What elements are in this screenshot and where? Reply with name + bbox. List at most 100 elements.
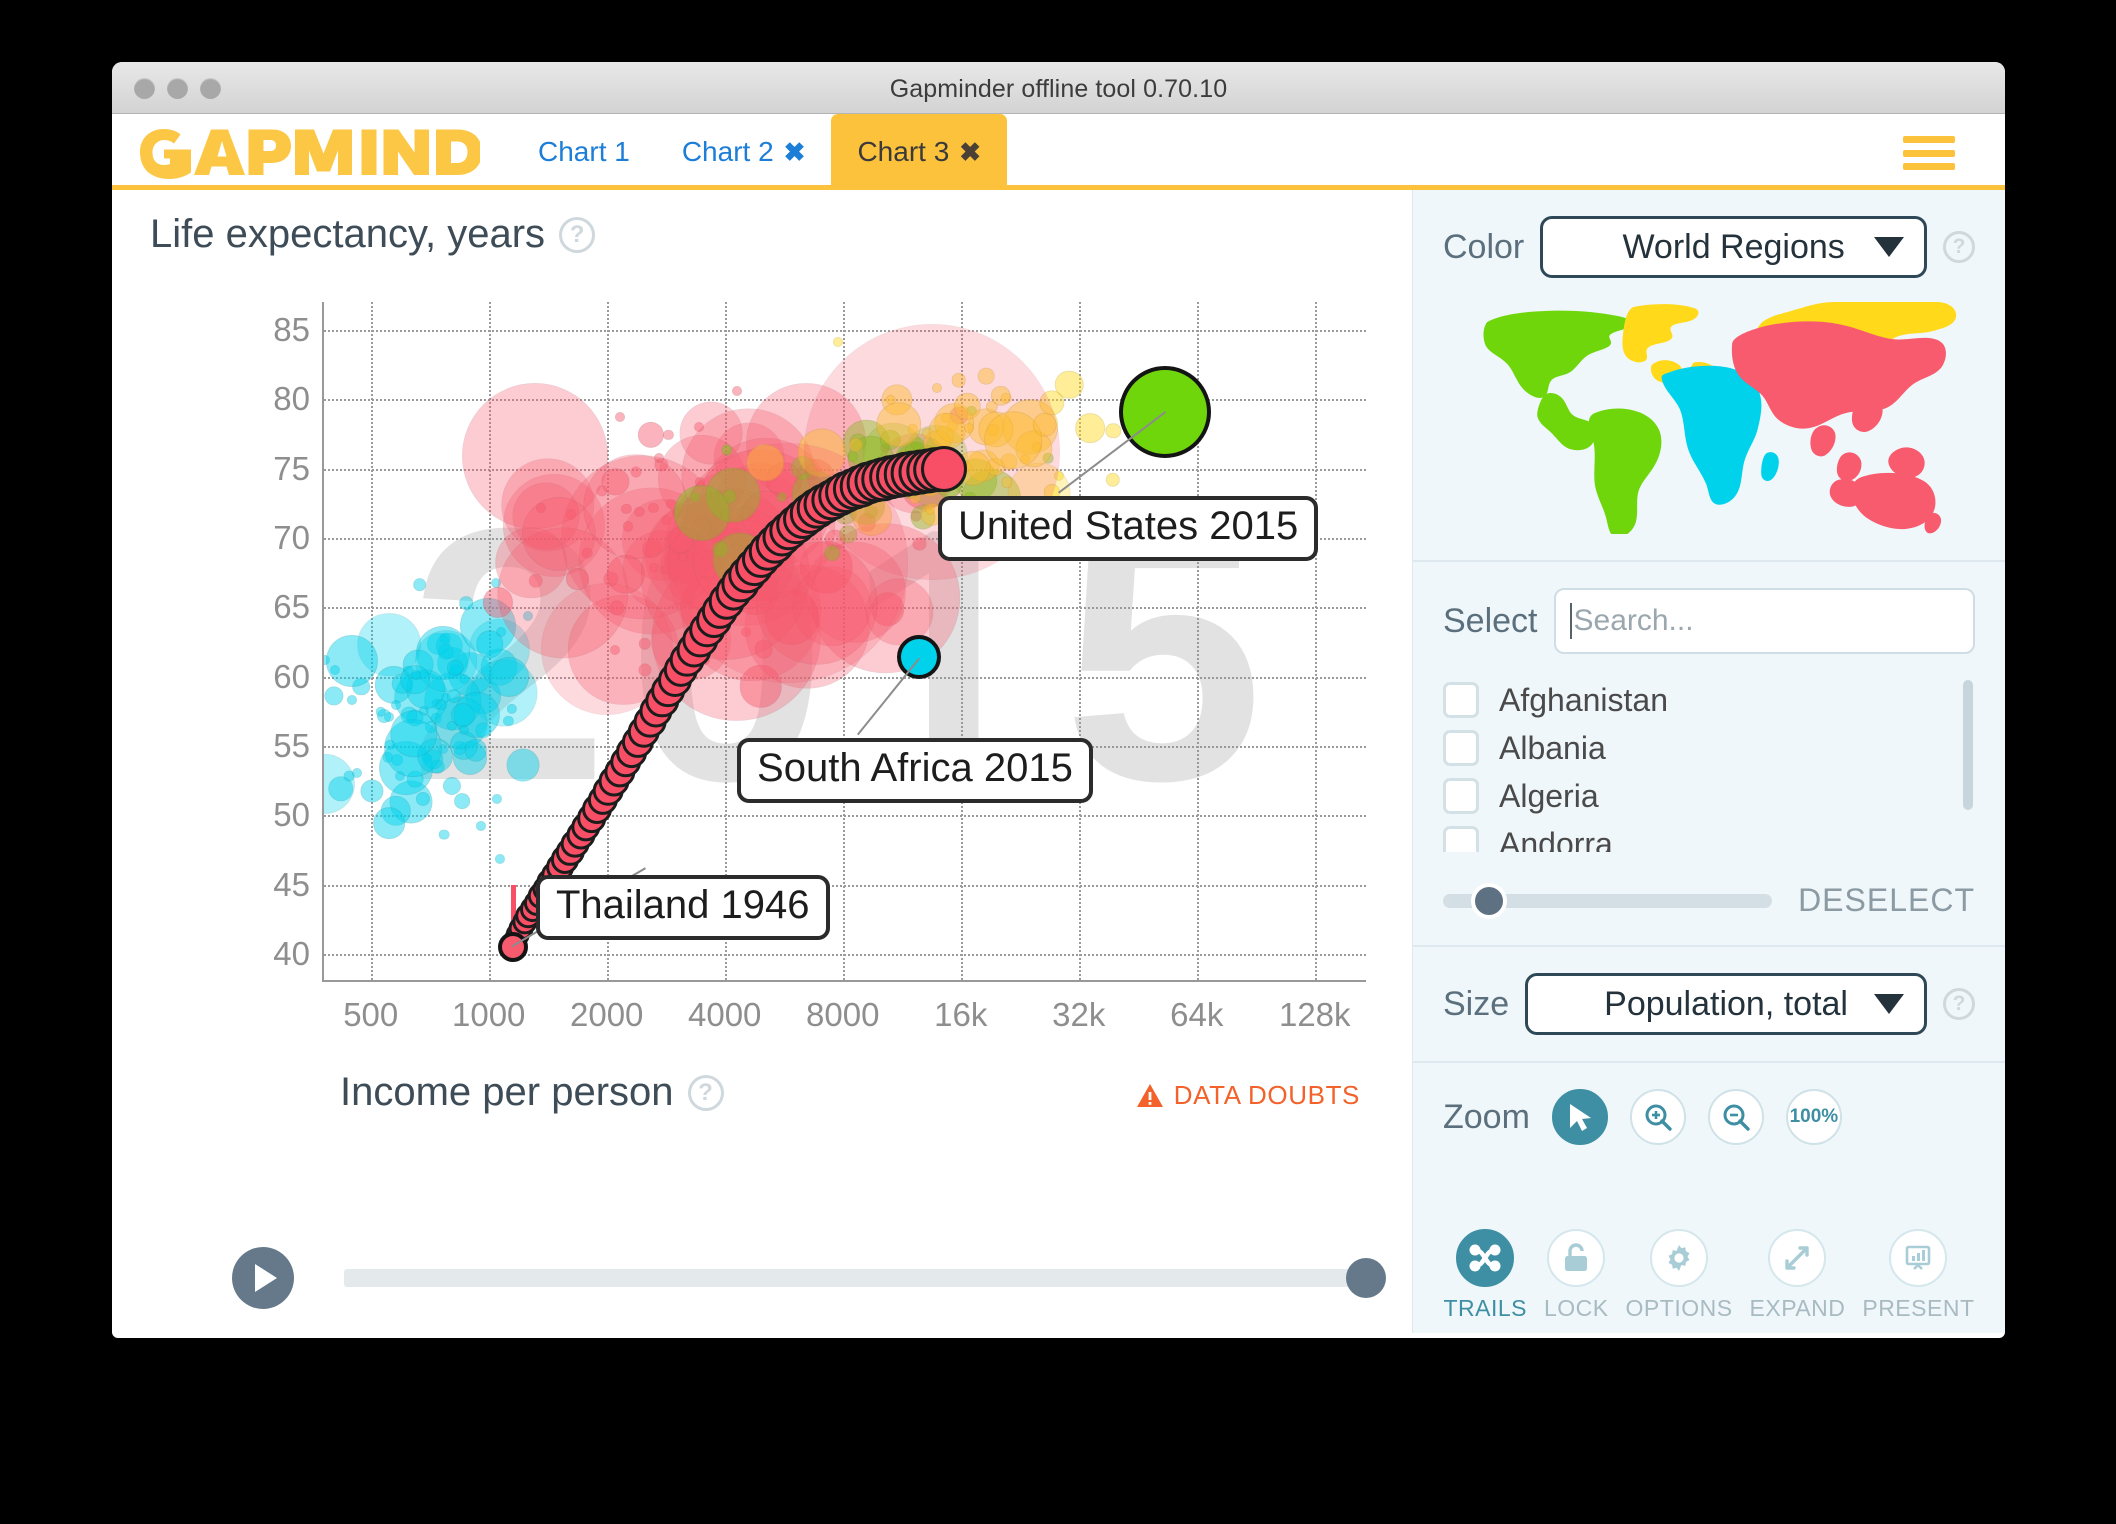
data-bubble[interactable] bbox=[506, 748, 540, 782]
y-axis-tick-label: 70 bbox=[273, 518, 310, 556]
tab-chart-3[interactable]: Chart 3 ✖ bbox=[831, 114, 1008, 190]
data-bubble[interactable] bbox=[372, 807, 405, 840]
app-window: Gapminder offline tool 0.70.10 Chart 1 C… bbox=[112, 62, 2005, 1338]
presentation-icon bbox=[1889, 1228, 1948, 1287]
opacity-slider-knob[interactable] bbox=[1471, 882, 1508, 919]
search-input[interactable]: Search... bbox=[1553, 588, 1975, 654]
gapminder-logo-icon bbox=[139, 129, 480, 179]
country-list-scrollbar[interactable] bbox=[1963, 680, 1973, 852]
tab-chart-1[interactable]: Chart 1 bbox=[512, 114, 656, 190]
arrow-cursor-icon[interactable] bbox=[1551, 1089, 1608, 1145]
size-dropdown[interactable]: Population, total bbox=[1525, 973, 1927, 1035]
bubble-label[interactable]: United States 2015 bbox=[938, 496, 1319, 562]
data-bubble[interactable] bbox=[459, 596, 474, 611]
data-bubble[interactable] bbox=[832, 336, 843, 347]
gapminder-logo[interactable] bbox=[122, 119, 492, 185]
data-bubble[interactable] bbox=[637, 421, 665, 449]
color-section: Color World Regions ? bbox=[1413, 190, 2005, 560]
app-header: Chart 1 Chart 2 ✖ Chart 3 ✖ bbox=[112, 114, 2005, 190]
gridline bbox=[324, 329, 1366, 332]
options-button[interactable]: OPTIONS bbox=[1626, 1228, 1733, 1322]
close-icon[interactable]: ✖ bbox=[784, 137, 806, 168]
data-bubble[interactable] bbox=[415, 792, 430, 807]
search-placeholder: Search... bbox=[1573, 604, 1694, 637]
checkbox[interactable] bbox=[1443, 826, 1479, 852]
bubble-label[interactable]: Thailand 1946 bbox=[535, 875, 830, 941]
list-item[interactable]: Andorra bbox=[1443, 820, 1975, 852]
data-bubble[interactable] bbox=[489, 656, 530, 697]
data-bubble[interactable] bbox=[324, 685, 344, 706]
present-button[interactable]: PRESENT bbox=[1862, 1228, 1975, 1322]
trails-button[interactable]: TRAILS bbox=[1443, 1228, 1527, 1322]
play-icon[interactable] bbox=[232, 1247, 294, 1309]
question-circle-icon[interactable]: ? bbox=[1943, 988, 1975, 1020]
expand-button[interactable]: EXPAND bbox=[1749, 1228, 1846, 1322]
tab-chart-2[interactable]: Chart 2 ✖ bbox=[656, 114, 832, 190]
data-bubble[interactable] bbox=[438, 829, 450, 841]
zoom-out-icon[interactable] bbox=[1707, 1089, 1764, 1145]
data-bubble[interactable] bbox=[494, 853, 505, 864]
question-circle-icon[interactable]: ? bbox=[687, 1074, 724, 1111]
close-icon[interactable]: ✖ bbox=[959, 137, 981, 168]
list-item[interactable]: Afghanistan bbox=[1443, 676, 1975, 724]
data-bubble[interactable] bbox=[346, 694, 357, 705]
trail-point[interactable] bbox=[920, 445, 967, 492]
data-bubble[interactable] bbox=[663, 429, 674, 441]
gridline bbox=[324, 954, 1366, 957]
list-item[interactable]: Albania bbox=[1443, 724, 1975, 772]
scatter-plot[interactable]: 2015 85 80 75 70 65 60 55 50 45 40 500 1000 2000 400… bbox=[273, 302, 1366, 1033]
sidebar-toolbar: TRAILS LOCK OPTIONS EXPAND PRESENT bbox=[1413, 1225, 2005, 1333]
data-bubble[interactable] bbox=[732, 386, 743, 397]
data-bubble[interactable] bbox=[614, 412, 626, 423]
data-bubble[interactable] bbox=[1105, 423, 1121, 439]
data-bubble[interactable] bbox=[325, 634, 378, 688]
zoom-in-icon[interactable] bbox=[1629, 1089, 1686, 1145]
timeline-track[interactable] bbox=[344, 1258, 1386, 1298]
data-bubble[interactable] bbox=[410, 670, 421, 681]
data-bubble[interactable] bbox=[324, 753, 356, 814]
chevron-down-icon bbox=[1874, 994, 1904, 1014]
world-regions-map[interactable] bbox=[1443, 302, 1975, 534]
tab-chart-3-label: Chart 3 bbox=[857, 136, 950, 167]
zoom-percent-button[interactable]: 100% bbox=[1785, 1089, 1842, 1145]
question-circle-icon[interactable]: ? bbox=[559, 216, 596, 253]
lock-button[interactable]: LOCK bbox=[1544, 1228, 1609, 1322]
window-titlebar: Gapminder offline tool 0.70.10 bbox=[112, 62, 2005, 114]
opacity-slider[interactable] bbox=[1443, 882, 1773, 919]
question-circle-icon[interactable]: ? bbox=[1943, 231, 1975, 263]
size-label: Size bbox=[1443, 984, 1510, 1023]
timeline-handle[interactable] bbox=[1346, 1258, 1386, 1298]
hamburger-icon[interactable] bbox=[1903, 136, 1955, 170]
deselect-button[interactable]: DESELECT bbox=[1798, 882, 1975, 919]
expand-label: EXPAND bbox=[1749, 1294, 1846, 1321]
tab-chart-1-label: Chart 1 bbox=[538, 136, 630, 167]
y-axis-title-text: Life expectancy, years bbox=[150, 212, 546, 256]
checkbox[interactable] bbox=[1443, 682, 1479, 718]
country-name: Algeria bbox=[1499, 777, 1599, 814]
y-axis-tick-label: 50 bbox=[273, 796, 310, 834]
data-doubts-link[interactable]: DATA DOUBTS bbox=[1136, 1080, 1360, 1111]
data-bubble[interactable] bbox=[360, 778, 384, 803]
window-title: Gapminder offline tool 0.70.10 bbox=[889, 75, 1228, 103]
plot-canvas: 2015 bbox=[324, 302, 1366, 980]
country-name: Albania bbox=[1499, 729, 1606, 766]
data-bubble[interactable] bbox=[451, 703, 476, 728]
data-bubble[interactable] bbox=[454, 793, 471, 810]
country-list[interactable]: AfghanistanAlbaniaAlgeriaAndorraAngola bbox=[1443, 676, 1975, 852]
x-axis-tick-label: 128k bbox=[1278, 996, 1351, 1033]
checkbox[interactable] bbox=[1443, 730, 1479, 766]
present-label: PRESENT bbox=[1862, 1294, 1975, 1321]
data-bubble[interactable] bbox=[1075, 413, 1105, 444]
bubble-label[interactable]: South Africa 2015 bbox=[737, 737, 1093, 803]
scrollbar-thumb[interactable] bbox=[1963, 680, 1973, 810]
data-bubble[interactable] bbox=[390, 699, 401, 710]
checkbox[interactable] bbox=[1443, 778, 1479, 814]
color-dropdown[interactable]: World Regions bbox=[1540, 216, 1927, 278]
data-bubble[interactable] bbox=[476, 630, 504, 659]
x-axis-title: Income per person ? bbox=[340, 1070, 724, 1115]
data-bubble[interactable] bbox=[412, 577, 427, 592]
highlighted-bubble[interactable] bbox=[497, 932, 528, 963]
trails-icon bbox=[1456, 1228, 1515, 1287]
list-item[interactable]: Algeria bbox=[1443, 772, 1975, 820]
text-caret bbox=[1569, 603, 1572, 639]
